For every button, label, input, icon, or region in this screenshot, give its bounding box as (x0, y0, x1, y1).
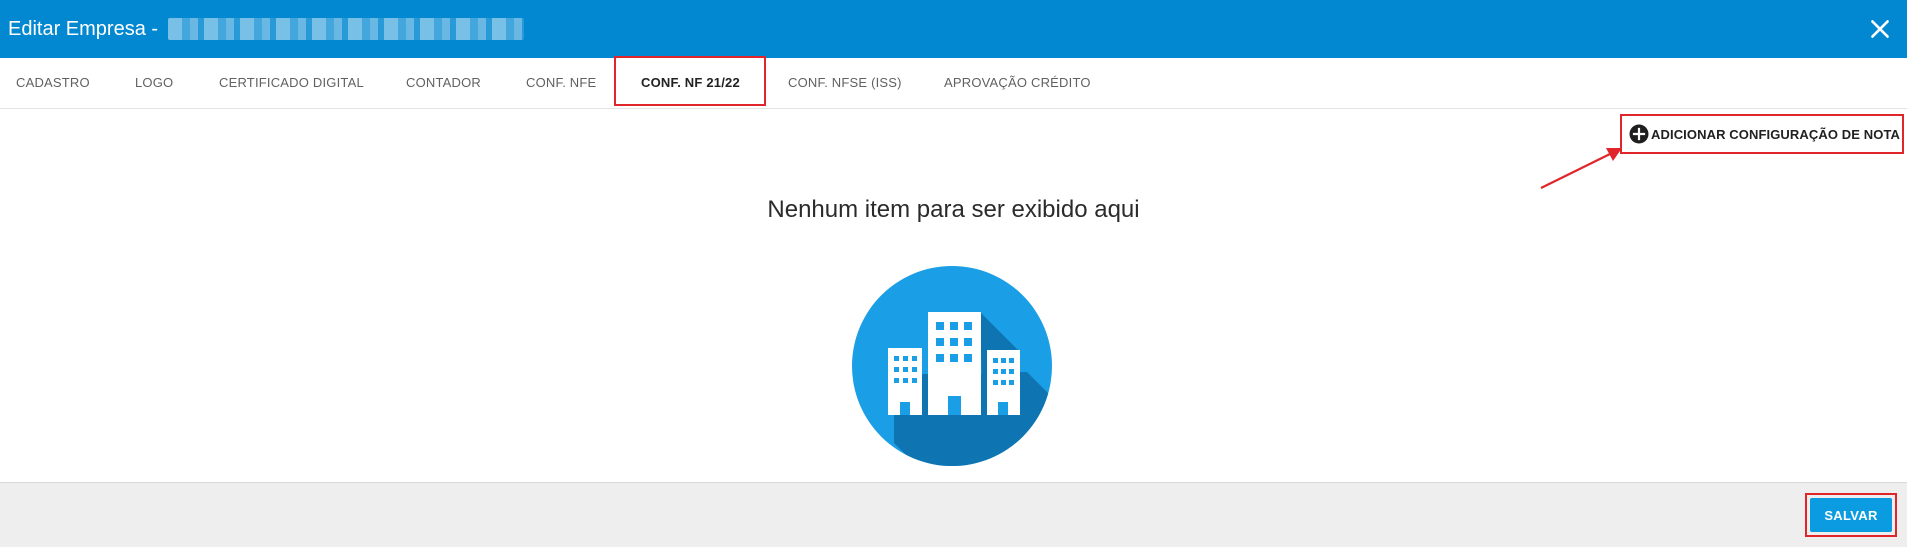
tab-contador[interactable]: CONTADOR (406, 58, 481, 108)
redacted-company-name (167, 18, 524, 40)
tab-cadastro[interactable]: CADASTRO (16, 58, 90, 108)
tab-logo[interactable]: LOGO (135, 58, 173, 108)
tab-conf-nfse-iss[interactable]: CONF. NFSE (ISS) (788, 58, 902, 108)
close-icon[interactable] (1867, 16, 1893, 42)
dialog-header: Editar Empresa - (0, 0, 1907, 58)
add-config-label: ADICIONAR CONFIGURAÇÃO DE NOTA (1651, 126, 1901, 142)
add-config-button[interactable]: ADICIONAR CONFIGURAÇÃO DE NOTA (1620, 114, 1904, 154)
save-button[interactable]: SALVAR (1810, 498, 1892, 532)
dialog-title-text: Editar Empresa - (8, 17, 164, 40)
tab-conf-nf-21-22[interactable]: CONF. NF 21/22 (641, 58, 740, 108)
dialog-title: Editar Empresa - (8, 18, 524, 41)
buildings-icon (852, 266, 1052, 466)
save-button-highlight-box: SALVAR (1805, 493, 1897, 537)
tab-bar: CADASTRO LOGO CERTIFICADO DIGITAL CONTAD… (0, 58, 1907, 109)
empty-state-message: Nenhum item para ser exibido aqui (767, 196, 1140, 223)
edit-company-dialog: Editar Empresa - CADASTRO LOGO CERTIFICA… (0, 0, 1907, 547)
tab-conf-nfe[interactable]: CONF. NFE (526, 58, 596, 108)
plus-circle-icon (1629, 124, 1649, 144)
dialog-footer: SALVAR (0, 482, 1907, 547)
tab-certificado-digital[interactable]: CERTIFICADO DIGITAL (219, 58, 364, 108)
tab-aprovacao-credito[interactable]: APROVAÇÃO CRÉDITO (944, 58, 1091, 108)
pointer-arrow-annotation (1540, 148, 1622, 189)
